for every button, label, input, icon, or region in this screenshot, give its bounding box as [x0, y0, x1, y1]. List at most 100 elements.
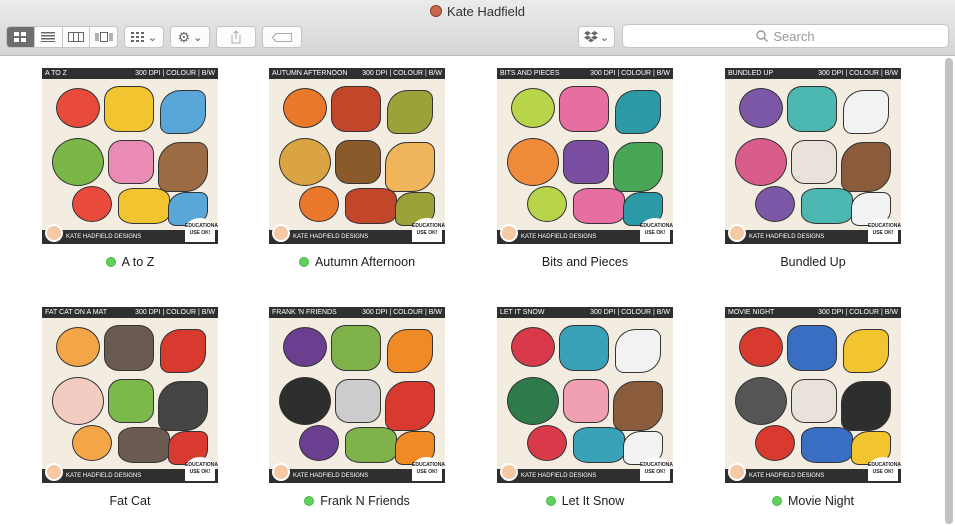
clipart-shape	[559, 86, 609, 132]
thumbnail-dpi: 300 DPI | COLOUR | B/W	[362, 70, 442, 77]
tags-button[interactable]	[262, 26, 302, 48]
folder-item[interactable]: A TO Z 300 DPI | COLOUR | B/W KATE HADFIEL…	[30, 68, 230, 278]
folder-label[interactable]: Fat Cat	[30, 494, 230, 508]
thumbnail-title: AUTUMN AFTERNOON	[272, 70, 348, 77]
search-icon	[756, 30, 769, 42]
clipart-shape	[387, 329, 433, 373]
thumbnail-dpi: 300 DPI | COLOUR | B/W	[590, 70, 670, 77]
folder-item[interactable]: FRANK 'N FRIENDS 300 DPI | COLOUR | B/W KA…	[257, 307, 457, 517]
thumbnail-dpi: 300 DPI | COLOUR | B/W	[135, 70, 215, 77]
folder-thumbnail[interactable]: LET IT SNOW 300 DPI | COLOUR | B/W KATE HA…	[497, 307, 673, 483]
search-field[interactable]: Search	[622, 24, 949, 48]
folder-item[interactable]: BUNDLED UP 300 DPI | COLOUR | B/W KATE HAD…	[713, 68, 913, 278]
green-tag-icon	[772, 496, 782, 506]
thumbnail-title: A TO Z	[45, 70, 67, 77]
clipart-shape	[791, 379, 837, 423]
thumbnail-title: BITS AND PIECES	[500, 70, 560, 77]
folder-label[interactable]: Let It Snow	[485, 494, 685, 508]
folder-name: Bits and Pieces	[541, 255, 629, 269]
clipart-shape	[283, 88, 327, 128]
folder-label[interactable]: A to Z	[30, 255, 230, 269]
folder-item[interactable]: BITS AND PIECES 300 DPI | COLOUR | B/W KAT…	[485, 68, 685, 278]
clipart-shape	[563, 140, 609, 184]
group-by-button[interactable]: ⌄	[124, 26, 164, 48]
icon-view-icon	[14, 32, 27, 42]
folder-label[interactable]: Movie Night	[713, 494, 913, 508]
clipart-shape	[511, 88, 555, 128]
folder-label[interactable]: Autumn Afternoon	[257, 255, 457, 269]
thumbnail-header: BUNDLED UP 300 DPI | COLOUR | B/W	[725, 68, 901, 79]
clipart-shape	[735, 377, 787, 425]
clipart-shape	[507, 377, 559, 425]
folder-label[interactable]: Bundled Up	[713, 255, 913, 269]
clipart-shape	[72, 425, 112, 461]
thumbnail-dpi: 300 DPI | COLOUR | B/W	[590, 309, 670, 316]
clipart-shape	[801, 427, 853, 463]
clipart-shape	[801, 188, 853, 224]
column-view-icon	[67, 32, 84, 42]
green-tag-icon	[304, 496, 315, 506]
thumbnail-badge-wrap: EDUCATIONAL USE OK!	[497, 218, 673, 244]
tag-icon	[272, 32, 292, 42]
clipart-shape	[118, 188, 170, 224]
folder-thumbnail[interactable]: FAT CAT ON A MAT 300 DPI | COLOUR | B/W KA…	[42, 307, 218, 483]
view-switcher	[6, 26, 118, 48]
clipart-shape	[345, 427, 397, 463]
educational-badge: EDUCATIONAL USE OK!	[868, 457, 901, 481]
clipart-shape	[52, 138, 104, 186]
clipart-shape	[158, 142, 208, 192]
folder-item[interactable]: AUTUMN AFTERNOON 300 DPI | COLOUR | B/W KA…	[257, 68, 457, 278]
folder-thumbnail[interactable]: MOVIE NIGHT 300 DPI | COLOUR | B/W KATE HA…	[725, 307, 901, 483]
folder-label[interactable]: Frank N Friends	[257, 494, 457, 508]
folder-label[interactable]: Bits and Pieces	[485, 255, 685, 269]
icon-view-button[interactable]	[7, 27, 35, 47]
clipart-shape	[573, 427, 625, 463]
folder-thumbnail[interactable]: BITS AND PIECES 300 DPI | COLOUR | B/W KAT…	[497, 68, 673, 244]
thumbnail-badge-wrap: EDUCATIONAL USE OK!	[497, 457, 673, 483]
clipart-shape	[613, 142, 663, 192]
folder-name: Let It Snow	[561, 494, 625, 508]
window-title-text: Kate Hadfield	[446, 4, 526, 19]
dropbox-icon	[583, 31, 598, 43]
folder-thumbnail[interactable]: A TO Z 300 DPI | COLOUR | B/W KATE HADFIEL…	[42, 68, 218, 244]
thumbnail-dpi: 300 DPI | COLOUR | B/W	[818, 70, 898, 77]
thumbnail-header: FAT CAT ON A MAT 300 DPI | COLOUR | B/W	[42, 307, 218, 318]
folder-thumbnail[interactable]: BUNDLED UP 300 DPI | COLOUR | B/W KATE HAD…	[725, 68, 901, 244]
clipart-shape	[56, 327, 100, 367]
thumbnail-header: A TO Z 300 DPI | COLOUR | B/W	[42, 68, 218, 79]
folder-name: Movie Night	[788, 494, 854, 508]
clipart-shape	[507, 138, 559, 186]
thumbnail-title: MOVIE NIGHT	[728, 309, 775, 316]
clipart-shape	[387, 90, 433, 134]
clipart-shape	[279, 377, 331, 425]
cover-flow-button[interactable]	[90, 27, 117, 47]
chevron-down-icon: ⌄	[147, 31, 158, 44]
thumbnail-header: BITS AND PIECES 300 DPI | COLOUR | B/W	[497, 68, 673, 79]
clipart-shape	[511, 327, 555, 367]
clipart-shape	[787, 325, 837, 371]
share-button[interactable]	[216, 26, 256, 48]
list-view-button[interactable]	[35, 27, 63, 47]
educational-badge: EDUCATIONAL USE OK!	[868, 218, 901, 242]
folder-item[interactable]: MOVIE NIGHT 300 DPI | COLOUR | B/W KATE HA…	[713, 307, 913, 517]
folder-thumbnail[interactable]: FRANK 'N FRIENDS 300 DPI | COLOUR | B/W KA…	[269, 307, 445, 483]
folder-item[interactable]: FAT CAT ON A MAT 300 DPI | COLOUR | B/W KA…	[30, 307, 230, 517]
folder-name: Bundled Up	[780, 255, 846, 269]
clipart-shape	[563, 379, 609, 423]
folder-thumbnail[interactable]: AUTUMN AFTERNOON 300 DPI | COLOUR | B/W KA…	[269, 68, 445, 244]
vertical-scrollbar[interactable]	[945, 58, 953, 524]
column-view-button[interactable]	[63, 27, 91, 47]
action-button[interactable]: ⚙ ⌄	[170, 26, 210, 48]
folder-name: Frank N Friends	[320, 494, 410, 508]
clipart-shape	[527, 425, 567, 461]
clipart-shape	[104, 86, 154, 132]
folder-name: A to Z	[121, 255, 155, 269]
clipart-shape	[755, 186, 795, 222]
clipart-shape	[345, 188, 397, 224]
thumbnail-dpi: 300 DPI | COLOUR | B/W	[135, 309, 215, 316]
dropbox-button[interactable]: ⌄	[578, 26, 615, 48]
file-grid: A TO Z 300 DPI | COLOUR | B/W KATE HADFIEL…	[0, 56, 955, 526]
clipart-shape	[299, 425, 339, 461]
folder-item[interactable]: LET IT SNOW 300 DPI | COLOUR | B/W KATE HA…	[485, 307, 685, 517]
clipart-shape	[331, 86, 381, 132]
